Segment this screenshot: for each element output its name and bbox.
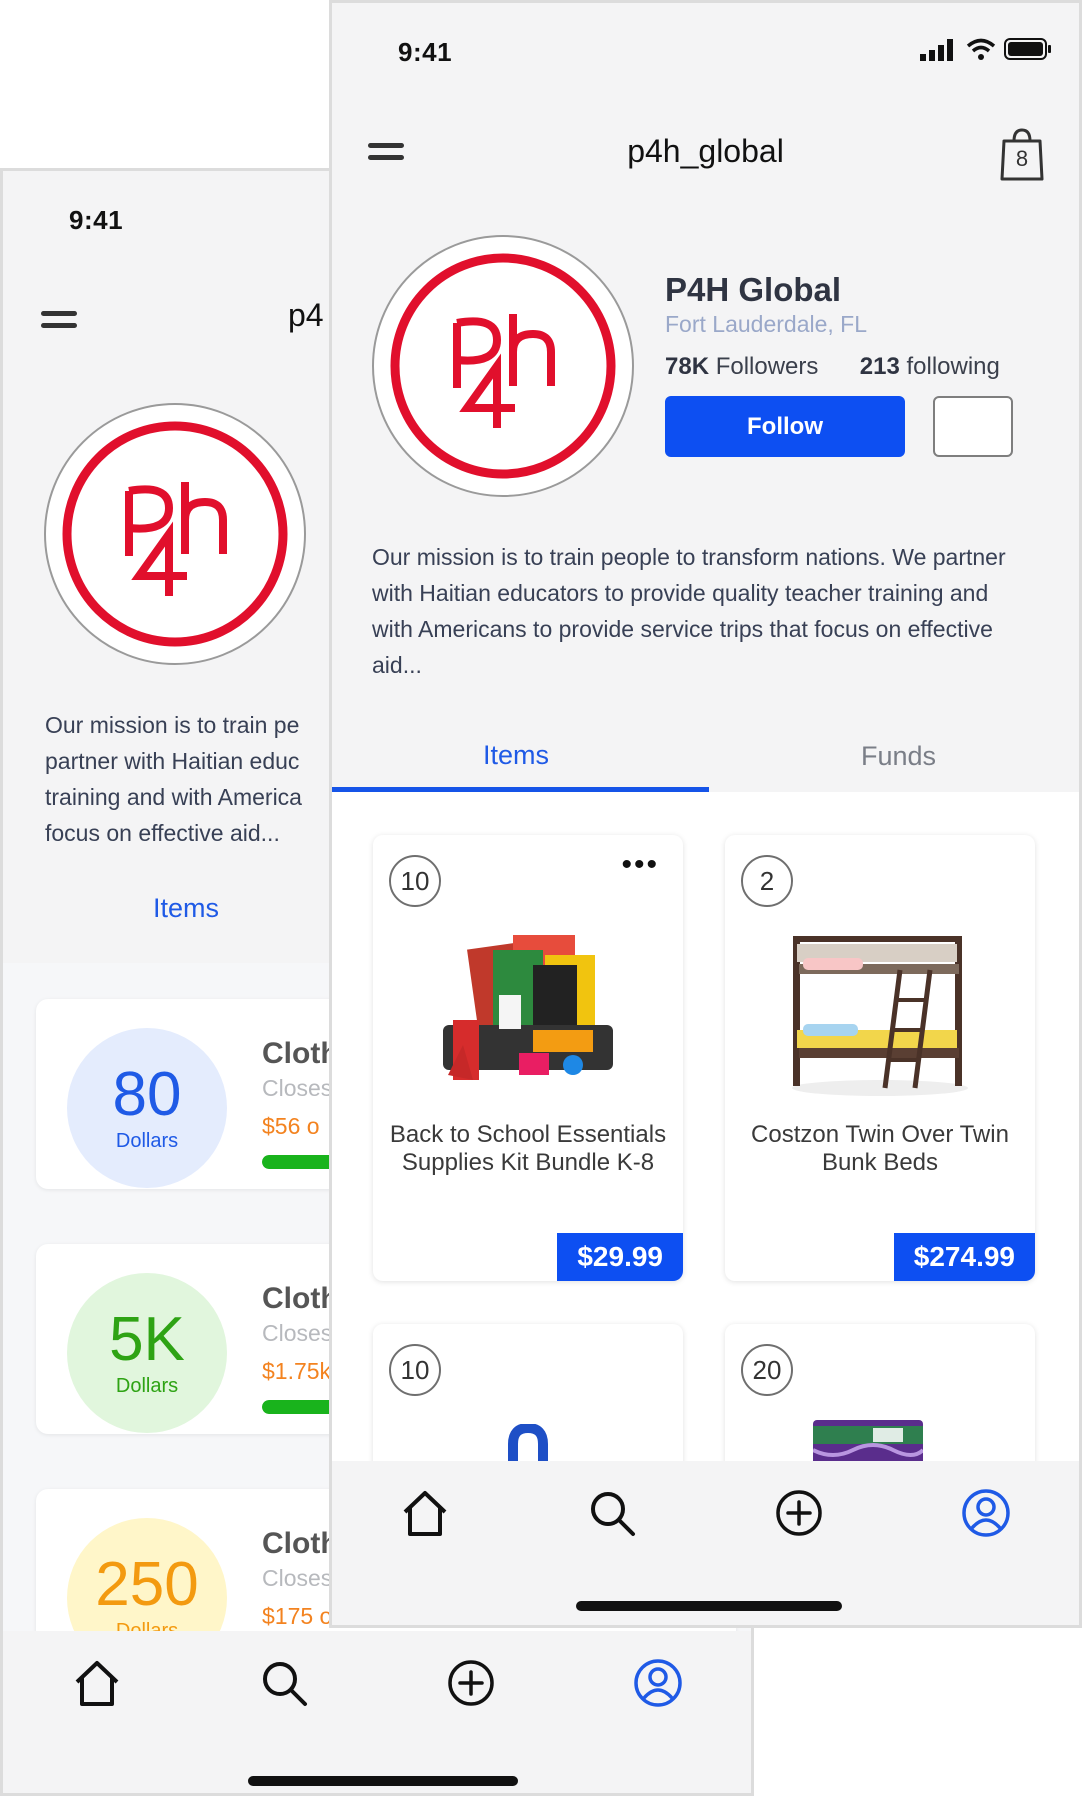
profile-stats: 78K Followers 213 following — [665, 353, 1000, 381]
fund-amount: 80 — [112, 1060, 182, 1129]
fund-amount-circle: 5K Dollars — [67, 1273, 227, 1433]
nav-add[interactable] — [431, 1643, 511, 1723]
tab-items[interactable]: Items — [153, 893, 219, 924]
header-handle: p4 — [288, 297, 324, 333]
home-indicator — [248, 1776, 518, 1786]
fund-amount-circle: 80 Dollars — [67, 1028, 227, 1188]
fund-amount: 250 — [95, 1550, 199, 1619]
mission-line: partner with Haitian educ — [45, 748, 300, 774]
home-icon — [403, 1491, 447, 1536]
nav-home[interactable] — [57, 1643, 137, 1723]
fund-closes: Closes — [262, 1320, 333, 1346]
status-time: 9:41 — [69, 205, 124, 235]
school-supplies-image — [443, 935, 613, 1080]
more-options-icon[interactable]: ••• — [621, 850, 659, 880]
nav-profile[interactable] — [618, 1643, 698, 1723]
profile-name: P4H Global — [665, 271, 842, 308]
item-card[interactable]: 2 Costzon Twin Over Twin Bunk Beds $274.… — [725, 835, 1035, 1281]
quantity-badge: 20 — [741, 1344, 793, 1396]
header-handle: p4h_global — [627, 133, 784, 169]
fund-unit: Dollars — [115, 1375, 179, 1397]
p4h-logo — [390, 253, 616, 479]
profile-location: Fort Lauderdale, FL — [665, 311, 868, 337]
fund-unit: Dollars — [115, 1130, 179, 1152]
item-card[interactable]: 10 ••• Back to School Essentials Supplie… — [373, 835, 683, 1281]
battery-icon — [1004, 38, 1051, 60]
item-name: Costzon Twin Over Twin Bunk Beds — [751, 1121, 1009, 1176]
wifi-icon — [966, 38, 996, 60]
profile-icon — [961, 1489, 1010, 1537]
fund-closes: Closes — [262, 1075, 333, 1101]
bottom-nav — [3, 1643, 751, 1723]
fund-title: Cloth — [262, 1282, 339, 1315]
add-circle-icon — [447, 1660, 494, 1706]
item-price: $274.99 — [893, 1233, 1035, 1281]
search-icon — [591, 1492, 636, 1536]
tab-items[interactable]: Items — [483, 740, 549, 771]
following-count: 213 — [859, 353, 900, 380]
profile-icon — [633, 1659, 682, 1707]
secondary-action-button[interactable] — [933, 396, 1013, 457]
mission-line: focus on effective aid... — [45, 820, 280, 846]
fund-raised: $175 o — [262, 1603, 333, 1629]
search-icon — [262, 1662, 307, 1706]
quantity-badge: 10 — [389, 1344, 441, 1396]
add-circle-icon — [776, 1490, 822, 1536]
nav-add[interactable] — [759, 1473, 839, 1553]
nav-home[interactable] — [385, 1473, 465, 1553]
bunk-bed-image — [792, 936, 968, 1096]
fund-title: Cloth — [262, 1527, 339, 1560]
cart-count: 8 — [1015, 146, 1029, 171]
cart-button[interactable]: 8 — [998, 127, 1046, 183]
front-phone-screen: 9:41 p4h_global 8 P4H Global Fort Lauder… — [329, 0, 1082, 1628]
mission-line: Our mission is to train pe — [45, 712, 300, 738]
fund-title: Cloth — [262, 1037, 339, 1070]
mission-text-back: Our mission is to train pe partner with … — [45, 707, 302, 851]
menu-icon[interactable] — [41, 311, 77, 335]
mission-line: training and with America — [45, 784, 302, 810]
profile-avatar[interactable] — [372, 235, 634, 497]
fund-raised: $56 o — [262, 1113, 320, 1139]
fund-closes: Closes — [262, 1565, 333, 1591]
profile-avatar — [44, 403, 306, 665]
nav-search[interactable] — [572, 1473, 652, 1553]
nav-search[interactable] — [244, 1643, 324, 1723]
fund-raised: $1.75k — [262, 1358, 332, 1384]
quantity-badge: 2 — [741, 855, 793, 907]
followers-count: 78K — [665, 353, 710, 380]
tab-funds[interactable]: Funds — [861, 741, 936, 772]
home-indicator — [576, 1601, 842, 1611]
p4h-logo — [62, 421, 288, 647]
quantity-badge: 10 — [389, 855, 441, 907]
signal-icon — [920, 39, 953, 61]
nav-profile[interactable] — [946, 1473, 1026, 1553]
followers-label[interactable]: Followers — [716, 353, 819, 380]
items-grid: 10 ••• Back to School Essentials Supplie… — [332, 792, 1079, 1524]
mission-text: Our mission is to train people to transf… — [372, 544, 1006, 678]
status-time: 9:41 — [398, 37, 453, 67]
item-name: Back to School Essentials Supplies Kit B… — [389, 1121, 667, 1176]
follow-button[interactable]: Follow — [665, 396, 905, 457]
item-price: $29.99 — [557, 1233, 683, 1281]
fund-amount: 5K — [109, 1305, 185, 1374]
following-label[interactable]: following — [906, 353, 999, 380]
bottom-nav — [332, 1473, 1079, 1553]
home-icon — [75, 1661, 118, 1706]
status-icons — [920, 37, 1051, 67]
